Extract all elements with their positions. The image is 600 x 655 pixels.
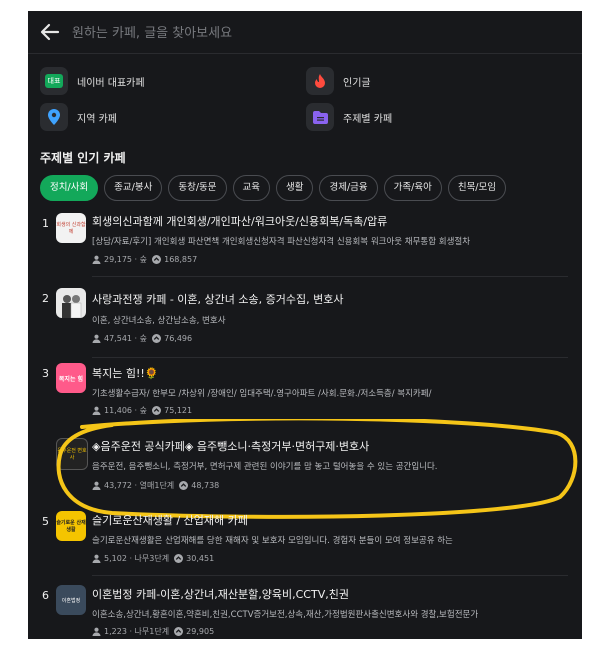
shortcut-label: 인기글	[343, 77, 371, 89]
category-chip[interactable]: 정치/사회	[40, 175, 99, 201]
cafe-thumbnail: 복지는 힘	[56, 363, 86, 393]
category-chip[interactable]: 교육	[232, 175, 270, 201]
member-count: 29,175	[104, 255, 132, 264]
cafe-list-item[interactable]: 3 복지는 힘 복지는 힘!!🌻 기초생활수급자/ 한부모 /차상위 /장애인/…	[28, 363, 582, 425]
folder-icon	[306, 103, 334, 131]
cafe-rank: 6	[42, 589, 49, 602]
visits-icon	[152, 406, 162, 415]
cafe-rank: 5	[42, 515, 49, 528]
divider	[92, 357, 568, 358]
cafe-rank: 1	[42, 217, 49, 230]
cafe-thumbnail: 회생의 신과함께	[56, 213, 86, 243]
members-icon	[92, 627, 101, 636]
members-icon	[92, 554, 101, 563]
shortcut-topic-cafe[interactable]: 주제별 카페	[306, 103, 392, 131]
category-chip[interactable]: 가족/육아	[383, 175, 442, 201]
cafe-stats: 5,102 · 나무3단계 30,451	[92, 553, 214, 564]
cafe-thumbnail: 슬기로운 산재생활	[56, 511, 86, 541]
back-arrow-icon[interactable]	[38, 20, 62, 44]
category-chip[interactable]: 친목/모임	[447, 175, 506, 201]
category-chips: 정치/사회 종교/봉사 동창/동문 교육 생활 경제/금융 가족/육아 친목/모임	[40, 175, 582, 201]
category-chip[interactable]: 경제/금융	[319, 175, 378, 201]
shortcut-popular-posts[interactable]: 인기글	[306, 67, 371, 95]
shortcut-label: 지역 카페	[77, 113, 117, 125]
cafe-description: 이혼소송,상간녀,황혼이혼,약혼비,친권,CCTV증거보전,상속,재산,가정법원…	[92, 610, 479, 620]
cafe-list-item[interactable]: 1 회생의 신과함께 회생의신과함께 개인회생/개인파산/워크아웃/신용회복/독…	[28, 211, 582, 277]
fire-icon	[306, 67, 334, 95]
visits-icon	[152, 255, 162, 264]
visits-icon	[174, 554, 184, 563]
cafe-level: 나무3단계	[134, 554, 170, 563]
visit-count: 75,121	[164, 406, 193, 415]
cafe-level: 숲	[139, 334, 148, 343]
member-count: 5,102	[104, 554, 127, 563]
highlight-annotation	[56, 419, 578, 519]
cafe-description: 슬기로운산재생활은 산업재해를 당한 재해자 및 보호자 모임입니다. 경험자 …	[92, 536, 453, 546]
location-pin-icon	[40, 103, 68, 131]
cafe-level: 나무1단계	[134, 627, 170, 636]
cafe-stats: 47,541 · 숲 76,496	[92, 333, 192, 344]
visits-icon	[152, 334, 162, 343]
section-title: 주제별 인기 카페	[40, 151, 126, 165]
cafe-level: 숲	[139, 406, 148, 415]
shortcut-label: 네이버 대표카페	[77, 77, 145, 89]
cafe-stats: 1,223 · 나무1단계 29,905	[92, 626, 214, 637]
cafe-title: 이혼법정 카페-이혼,상간녀,재산분할,양육비,CCTV,친권	[92, 588, 349, 601]
cafe-list-item[interactable]: 2 사랑과전쟁 카페 - 이혼, 상간녀 소송, 증거수집, 변호사 이혼, 상…	[28, 286, 582, 358]
cafe-description: [상담/자료/후기] 개인회생 파산면책 개인회생신청자격 파산신청자격 신용회…	[92, 237, 471, 247]
category-chip[interactable]: 동창/동문	[168, 175, 227, 201]
cafe-thumbnail	[56, 288, 86, 318]
shortcut-local-cafe[interactable]: 지역 카페	[40, 103, 117, 131]
cafe-level: 숲	[139, 255, 148, 264]
cafe-title: 사랑과전쟁 카페 - 이혼, 상간녀 소송, 증거수집, 변호사	[92, 293, 344, 306]
naver-rep-cafe-icon: 대표	[40, 67, 68, 95]
cafe-stats: 11,406 · 숲 75,121	[92, 405, 192, 416]
cafe-stats: 29,175 · 숲 168,857	[92, 254, 197, 265]
visits-icon	[174, 627, 184, 636]
visit-count: 76,496	[164, 334, 193, 343]
cafe-thumbnail: 이혼법정	[56, 585, 86, 615]
cafe-title: 회생의신과함께 개인회생/개인파산/워크아웃/신용회복/독촉/압류	[92, 215, 388, 228]
shortcut-naver-rep-cafe[interactable]: 대표 네이버 대표카페	[40, 67, 145, 95]
cafe-search-screen: 원하는 카페, 글을 찾아보세요 대표 네이버 대표카페 인기글 지역 카페 주…	[28, 11, 582, 639]
member-count: 47,541	[104, 334, 132, 343]
visit-count: 30,451	[186, 554, 215, 563]
search-bar[interactable]: 원하는 카페, 글을 찾아보세요	[28, 11, 582, 54]
cafe-title: 복지는 힘!!🌻	[92, 367, 159, 380]
member-count: 1,223	[104, 627, 127, 636]
cafe-list-item[interactable]: 6 이혼법정 이혼법정 카페-이혼,상간녀,재산분할,양육비,CCTV,친권 이…	[28, 583, 582, 639]
category-chip[interactable]: 종교/봉사	[104, 175, 163, 201]
cafe-description: 이혼, 상간녀소송, 상간남소송, 변호사	[92, 316, 226, 326]
visit-count: 29,905	[186, 627, 215, 636]
members-icon	[92, 255, 101, 264]
shortcut-label: 주제별 카페	[343, 113, 393, 125]
cafe-list-item[interactable]: 5 슬기로운 산재생활 슬기로운산재생활 / 산업재해 카페 슬기로운산재생활은…	[28, 511, 582, 576]
members-icon	[92, 406, 101, 415]
cafe-description: 기초생활수급자/ 한부모 /차상위 /장애인/ 임대주택/.영구아파트 /사회.…	[92, 389, 432, 399]
cafe-rank: 2	[42, 292, 49, 305]
divider	[92, 276, 568, 277]
cafe-rank: 3	[42, 367, 49, 380]
member-count: 11,406	[104, 406, 132, 415]
visit-count: 168,857	[164, 255, 198, 264]
search-input[interactable]: 원하는 카페, 글을 찾아보세요	[72, 22, 232, 41]
cafe-title: 슬기로운산재생활 / 산업재해 카페	[92, 514, 248, 527]
category-chip[interactable]: 생활	[276, 175, 314, 201]
members-icon	[92, 334, 101, 343]
divider	[92, 575, 568, 576]
